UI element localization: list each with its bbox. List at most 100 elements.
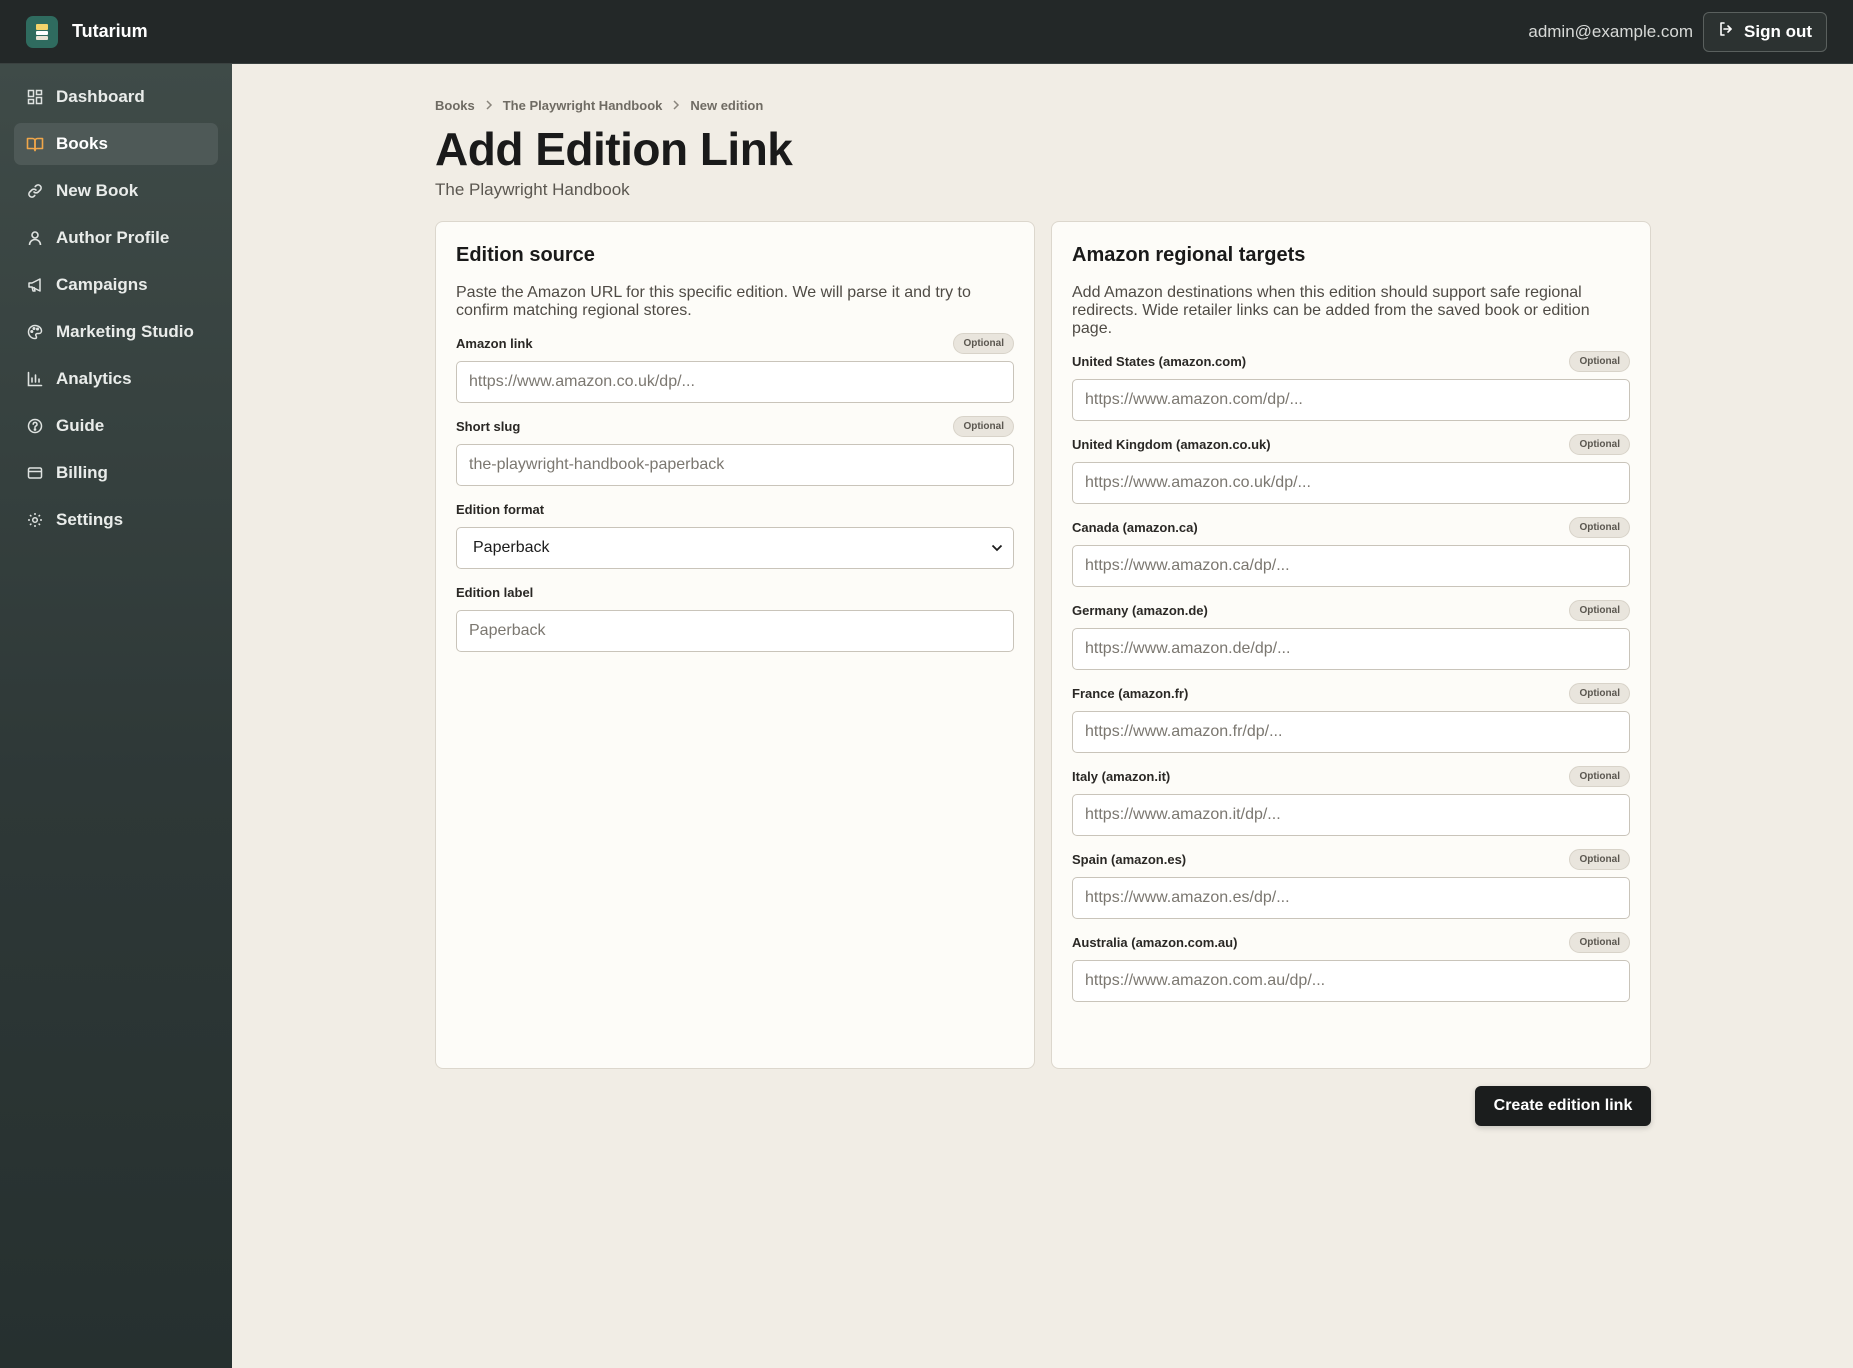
- select-value: Paperback: [473, 539, 550, 556]
- edition-source-card: Edition source Paste the Amazon URL for …: [435, 221, 1035, 1069]
- sidebar: Dashboard Books New Book Author Profile …: [0, 64, 232, 1368]
- region-field-ca: Canada (amazon.ca) Optional: [1072, 515, 1630, 587]
- sidebar-item-label: Analytics: [56, 369, 132, 388]
- short-slug-input[interactable]: [456, 444, 1014, 486]
- breadcrumb: Books The Playwright Handbook New editio…: [435, 98, 763, 113]
- breadcrumb-books[interactable]: Books: [435, 98, 475, 113]
- palette-icon: [26, 323, 44, 341]
- sidebar-item-new-book[interactable]: New Book: [14, 170, 218, 212]
- top-bar: Tutarium admin@example.com Sign out: [0, 0, 1853, 64]
- amazon-uk-input[interactable]: [1072, 462, 1630, 504]
- optional-badge: Optional: [1569, 516, 1630, 538]
- sidebar-item-author-profile[interactable]: Author Profile: [14, 217, 218, 259]
- field-label: Australia (amazon.com.au): [1072, 934, 1238, 950]
- sidebar-item-dashboard[interactable]: Dashboard: [14, 76, 218, 118]
- brand[interactable]: Tutarium: [26, 15, 148, 48]
- dashboard-icon: [26, 88, 44, 106]
- field-label: Edition label: [456, 584, 534, 600]
- region-field-us: United States (amazon.com) Optional: [1072, 349, 1630, 421]
- create-edition-link-button[interactable]: Create edition link: [1475, 1086, 1651, 1126]
- field-label: United Kingdom (amazon.co.uk): [1072, 436, 1271, 452]
- sidebar-item-marketing-studio[interactable]: Marketing Studio: [14, 311, 218, 353]
- regional-targets-card: Amazon regional targets Add Amazon desti…: [1051, 221, 1651, 1069]
- brand-logo-icon: [26, 15, 58, 48]
- chevron-down-icon: [991, 539, 1003, 557]
- card-description: Add Amazon destinations when this editio…: [1072, 284, 1590, 337]
- region-field-au: Australia (amazon.com.au) Optional: [1072, 930, 1630, 1002]
- amazon-link-input[interactable]: [456, 361, 1014, 403]
- field-label: Short slug: [456, 418, 521, 434]
- sidebar-item-label: Marketing Studio: [56, 322, 194, 341]
- sign-out-label: Sign out: [1744, 21, 1812, 41]
- link-icon: [26, 182, 44, 200]
- sidebar-item-label: Author Profile: [56, 228, 170, 247]
- bar-chart-icon: [26, 370, 44, 388]
- region-field-it: Italy (amazon.it) Optional: [1072, 764, 1630, 836]
- chevron-right-icon: [672, 98, 680, 113]
- region-field-uk: United Kingdom (amazon.co.uk) Optional: [1072, 432, 1630, 504]
- sidebar-item-campaigns[interactable]: Campaigns: [14, 264, 218, 306]
- gear-icon: [26, 511, 44, 529]
- sidebar-item-label: New Book: [56, 181, 139, 200]
- page-title: Add Edition Link: [435, 123, 793, 175]
- optional-badge: Optional: [953, 415, 1014, 437]
- page-subtitle: The Playwright Handbook: [435, 180, 630, 199]
- sidebar-item-label: Dashboard: [56, 87, 145, 106]
- sidebar-item-label: Books: [56, 134, 108, 153]
- sidebar-item-settings[interactable]: Settings: [14, 499, 218, 541]
- sidebar-item-billing[interactable]: Billing: [14, 452, 218, 494]
- region-field-de: Germany (amazon.de) Optional: [1072, 598, 1630, 670]
- amazon-au-input[interactable]: [1072, 960, 1630, 1002]
- sidebar-item-label: Campaigns: [56, 275, 148, 294]
- field-label: France (amazon.fr): [1072, 685, 1189, 701]
- field-label: Italy (amazon.it): [1072, 768, 1171, 784]
- megaphone-icon: [26, 276, 44, 294]
- field-label: Amazon link: [456, 335, 533, 351]
- edition-format-field: Edition format Paperback: [456, 497, 1014, 569]
- amazon-fr-input[interactable]: [1072, 711, 1630, 753]
- amazon-us-input[interactable]: [1072, 379, 1630, 421]
- card-title: Amazon regional targets: [1072, 244, 1306, 266]
- edition-format-select[interactable]: Paperback: [456, 527, 1014, 569]
- sidebar-item-label: Guide: [56, 416, 105, 435]
- region-field-fr: France (amazon.fr) Optional: [1072, 681, 1630, 753]
- credit-card-icon: [26, 464, 44, 482]
- field-label: Edition format: [456, 501, 545, 517]
- amazon-de-input[interactable]: [1072, 628, 1630, 670]
- region-field-es: Spain (amazon.es) Optional: [1072, 847, 1630, 919]
- optional-badge: Optional: [1569, 848, 1630, 870]
- user-icon: [26, 229, 44, 247]
- help-icon: [26, 417, 44, 435]
- field-label: Canada (amazon.ca): [1072, 519, 1198, 535]
- field-label: Spain (amazon.es): [1072, 851, 1187, 867]
- amazon-it-input[interactable]: [1072, 794, 1630, 836]
- optional-badge: Optional: [1569, 599, 1630, 621]
- card-description: Paste the Amazon URL for this specific e…: [456, 284, 971, 319]
- optional-badge: Optional: [1569, 682, 1630, 704]
- breadcrumb-current: New edition: [690, 98, 764, 113]
- sidebar-item-books[interactable]: Books: [14, 123, 218, 165]
- sidebar-item-guide[interactable]: Guide: [14, 405, 218, 447]
- edition-label-field: Edition label: [456, 580, 1014, 652]
- optional-badge: Optional: [1569, 765, 1630, 787]
- sidebar-item-analytics[interactable]: Analytics: [14, 358, 218, 400]
- breadcrumb-book[interactable]: The Playwright Handbook: [503, 98, 663, 113]
- amazon-ca-input[interactable]: [1072, 545, 1630, 587]
- sidebar-item-label: Billing: [56, 463, 108, 482]
- optional-badge: Optional: [1569, 350, 1630, 372]
- edition-label-input[interactable]: [456, 610, 1014, 652]
- book-icon: [26, 135, 44, 153]
- user-email: admin@example.com: [1528, 21, 1694, 41]
- field-label: Germany (amazon.de): [1072, 602, 1208, 618]
- optional-badge: Optional: [1569, 931, 1630, 953]
- amazon-es-input[interactable]: [1072, 877, 1630, 919]
- field-label: United States (amazon.com): [1072, 353, 1247, 369]
- short-slug-field: Short slug Optional: [456, 414, 1014, 486]
- brand-name: Tutarium: [72, 21, 148, 41]
- sign-out-button[interactable]: Sign out: [1703, 11, 1827, 52]
- card-title: Edition source: [456, 244, 595, 266]
- amazon-link-field: Amazon link Optional: [456, 331, 1014, 403]
- optional-badge: Optional: [953, 332, 1014, 354]
- optional-badge: Optional: [1569, 433, 1630, 455]
- sidebar-item-label: Settings: [56, 510, 124, 529]
